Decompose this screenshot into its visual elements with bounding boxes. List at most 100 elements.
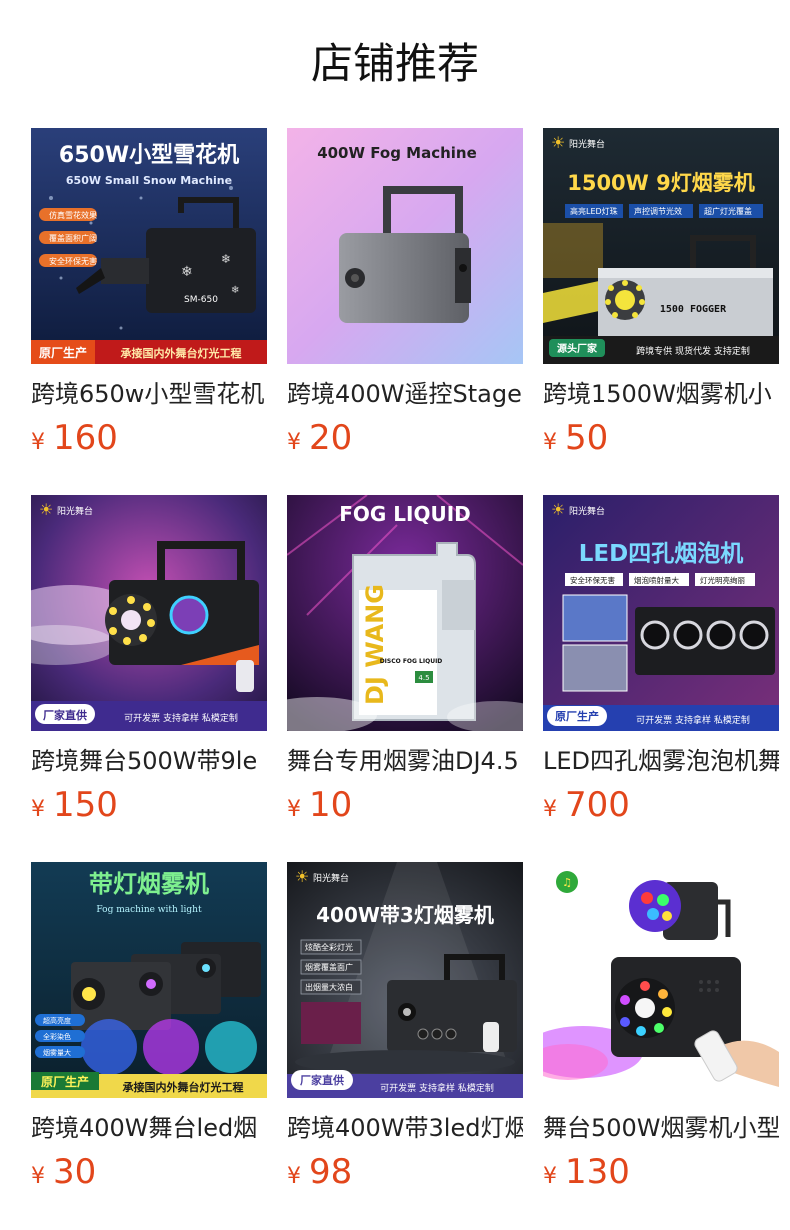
price-value: 10 — [309, 785, 353, 825]
image-tag: 高亮LED灯珠 — [570, 206, 618, 216]
image-headline: 400W带3灯烟雾机 — [316, 903, 494, 927]
image-tag: 声控调节光效 — [634, 206, 682, 216]
image-tag: 出烟量大浓白 — [305, 982, 353, 992]
image-model: SM-650 — [184, 295, 218, 305]
product-image[interactable]: 带灯烟雾机 Fog machine with light 超高亮度 全彩染色 烟… — [31, 862, 267, 1098]
image-tag: 灯光明亮绚丽 — [700, 575, 745, 585]
logo-icon: ☀ — [39, 500, 53, 519]
image-badge: 厂家直供 — [43, 708, 87, 722]
price-value: 700 — [565, 785, 630, 825]
image-tag: 覆盖面积广阔 — [49, 233, 97, 243]
image-model: 1500 FOGGER — [660, 304, 727, 315]
section-title: 店铺推荐 — [310, 39, 479, 88]
image-headline: 400W Fog Machine — [317, 144, 477, 162]
currency-symbol: ¥ — [543, 430, 557, 455]
currency-symbol: ¥ — [31, 1164, 45, 1189]
product-name[interactable]: 跨境400W带3led灯烟 — [287, 1112, 523, 1144]
bottle-brand: DJ WANG — [361, 584, 389, 705]
product-card[interactable]: ♫ 舞台500W烟雾机小型 ¥ 130 — [543, 862, 779, 1229]
image-tag: 超高亮度 — [43, 1016, 71, 1025]
image-badge: 原厂生产 — [555, 709, 599, 723]
product-card[interactable]: FOG LIQUID DJ WANG DISCO FOG LIQUID 4.5 … — [287, 495, 523, 862]
image-badge: 厂家直供 — [300, 1073, 344, 1087]
product-price: ¥700 — [543, 785, 779, 831]
image-brand: 阳光舞台 — [313, 872, 349, 884]
image-brand: 阳光舞台 — [569, 505, 605, 517]
image-banner: 可开发票 支持拿样 私模定制 — [124, 712, 238, 724]
product-name[interactable]: 跨境400W舞台led烟 — [31, 1112, 267, 1144]
price-value: 130 — [565, 1152, 630, 1192]
product-name[interactable]: LED四孔烟雾泡泡机舞 — [543, 745, 779, 777]
logo-icon: ☀ — [551, 133, 565, 152]
logo-icon: ☀ — [551, 500, 565, 519]
image-headline: FOG LIQUID — [339, 502, 471, 526]
image-subline: Fog machine with light — [96, 905, 202, 915]
product-image[interactable]: 650W小型雪花机 650W Small Snow Machine 仿真雪花效果… — [31, 128, 267, 364]
image-tag: 全彩染色 — [43, 1032, 71, 1041]
product-image[interactable]: ☀ 阳光舞台 厂家直供 可开发票 支持拿样 私模定制 — [31, 495, 267, 731]
product-card[interactable]: ☀ 阳光舞台 400W带3灯烟雾机 炫酷全彩灯光 烟雾覆盖面广 出烟量大浓白 厂… — [287, 862, 523, 1229]
product-price: ¥160 — [31, 418, 267, 464]
image-subline: 650W Small Snow Machine — [66, 174, 232, 187]
currency-symbol: ¥ — [287, 1164, 301, 1189]
product-price: ¥20 — [287, 418, 523, 464]
bottle-volume: 4.5 — [418, 674, 429, 682]
price-value: 50 — [565, 418, 609, 458]
image-headline: 带灯烟雾机 — [89, 870, 209, 898]
product-price: ¥150 — [31, 785, 267, 831]
image-tag: 烟泡喷射量大 — [634, 575, 679, 585]
svg-text:❄: ❄ — [231, 285, 239, 296]
image-brand: 阳光舞台 — [57, 505, 93, 517]
currency-symbol: ¥ — [543, 1164, 557, 1189]
image-headline: LED四孔烟泡机 — [579, 540, 743, 567]
currency-symbol: ¥ — [31, 797, 45, 822]
product-card[interactable]: 400W Fog Machine 跨境400W遥控Stage ¥20 — [287, 128, 523, 495]
product-image[interactable]: 400W Fog Machine — [287, 128, 523, 364]
product-name[interactable]: 跨境舞台500W带9le — [31, 745, 267, 777]
product-card[interactable]: ☀ 阳光舞台 LED四孔烟泡机 安全环保无害 烟泡喷射量大 灯光明亮绚丽 原厂生… — [543, 495, 779, 862]
product-name[interactable]: 跨境1500W烟雾机小 — [543, 378, 779, 410]
image-tag: 安全环保无害 — [49, 256, 97, 266]
currency-symbol: ¥ — [287, 430, 301, 455]
image-badge: 原厂生产 — [41, 1074, 89, 1089]
product-price: ¥130 — [543, 1152, 779, 1198]
svg-text:♫: ♫ — [562, 876, 572, 889]
logo-icon: ☀ — [295, 867, 309, 886]
product-name[interactable]: 舞台500W烟雾机小型 — [543, 1112, 779, 1144]
svg-text:❄: ❄ — [221, 252, 231, 266]
price-value: 20 — [309, 418, 353, 458]
price-value: 98 — [309, 1152, 353, 1192]
product-image[interactable]: ☀ 阳光舞台 1500W 9灯烟雾机 高亮LED灯珠 声控调节光效 超广灯光覆盖 — [543, 128, 779, 364]
price-value: 30 — [53, 1152, 97, 1192]
image-tag: 烟雾覆盖面广 — [305, 962, 353, 972]
image-tag: 烟雾量大 — [43, 1048, 71, 1057]
product-card[interactable]: 650W小型雪花机 650W Small Snow Machine 仿真雪花效果… — [31, 128, 267, 495]
product-image[interactable]: ☀ 阳光舞台 LED四孔烟泡机 安全环保无害 烟泡喷射量大 灯光明亮绚丽 原厂生… — [543, 495, 779, 731]
image-tag: 炫酷全彩灯光 — [305, 942, 353, 952]
image-banner: 可开发票 支持拿样 私模定制 — [380, 1082, 494, 1094]
product-card[interactable]: ☀ 阳光舞台 厂家直供 可开发票 支持拿样 私模定制 跨境舞台500W带9le … — [31, 495, 267, 862]
product-image[interactable]: ♫ — [543, 862, 779, 1098]
product-price: ¥50 — [543, 418, 779, 464]
price-value: 160 — [53, 418, 118, 458]
shop-recommendations-page: 店铺推荐 650W小型雪花机 650W Small Snow Machine 仿… — [0, 0, 790, 1230]
image-banner: 承接国内外舞台灯光工程 — [121, 346, 242, 360]
image-badge: 源头厂家 — [557, 342, 598, 355]
product-name[interactable]: 跨境400W遥控Stage — [287, 378, 523, 410]
product-image[interactable]: FOG LIQUID DJ WANG DISCO FOG LIQUID 4.5 — [287, 495, 523, 731]
product-name[interactable]: 舞台专用烟雾油DJ4.5 — [287, 745, 523, 777]
image-headline: 1500W 9灯烟雾机 — [567, 171, 755, 195]
product-price: ¥30 — [31, 1152, 267, 1198]
bottle-label: DISCO FOG LIQUID — [380, 658, 443, 665]
product-name[interactable]: 跨境650w小型雪花机 — [31, 378, 267, 410]
image-tag: 安全环保无害 — [570, 575, 615, 585]
image-banner: 跨境专供 现货代发 支持定制 — [636, 345, 750, 357]
image-brand: 阳光舞台 — [569, 138, 605, 150]
product-card[interactable]: ☀ 阳光舞台 1500W 9灯烟雾机 高亮LED灯珠 声控调节光效 超广灯光覆盖 — [543, 128, 779, 495]
currency-symbol: ¥ — [287, 797, 301, 822]
image-headline: 650W小型雪花机 — [59, 142, 239, 168]
currency-symbol: ¥ — [543, 797, 557, 822]
product-card[interactable]: 带灯烟雾机 Fog machine with light 超高亮度 全彩染色 烟… — [31, 862, 267, 1229]
product-image[interactable]: ☀ 阳光舞台 400W带3灯烟雾机 炫酷全彩灯光 烟雾覆盖面广 出烟量大浓白 厂… — [287, 862, 523, 1098]
image-tag: 仿真雪花效果 — [49, 210, 97, 220]
